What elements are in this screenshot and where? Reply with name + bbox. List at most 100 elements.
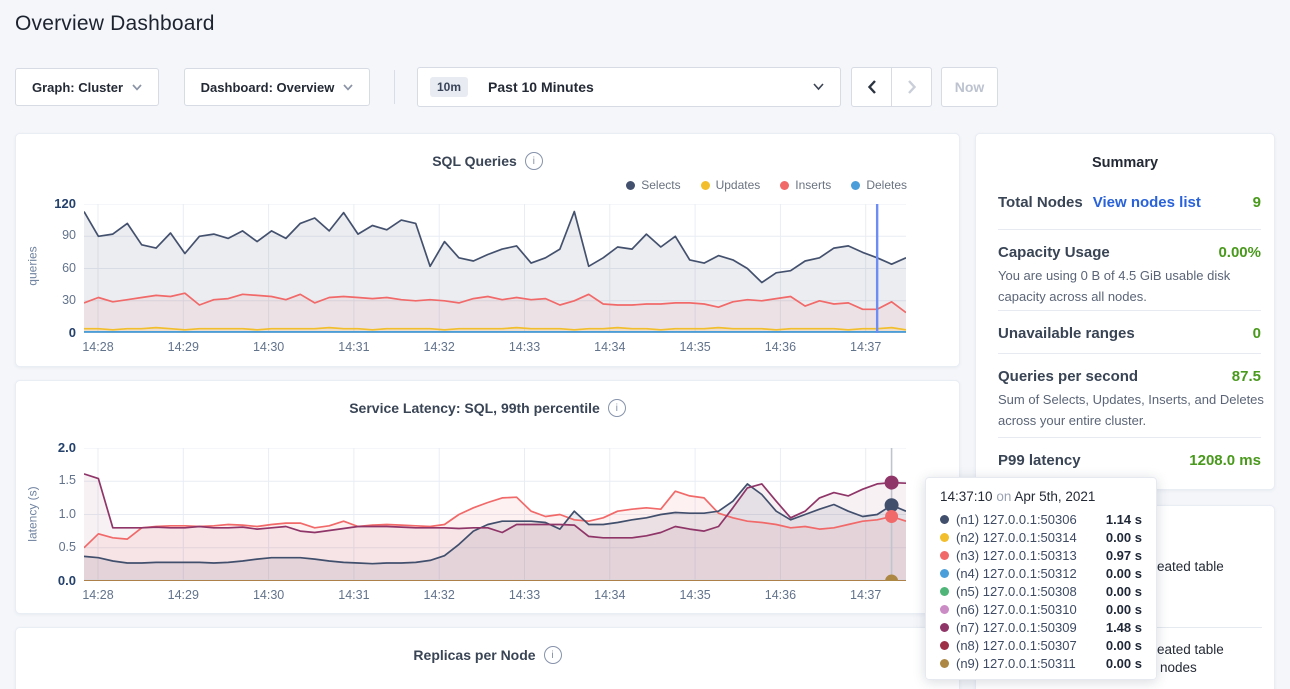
tooltip-node-label: (n6) 127.0.0.1:50310 [956,602,1077,617]
chart-legend: SelectsUpdatesInsertsDeletes [626,178,907,192]
time-range-label: Past 10 Minutes [488,79,594,95]
event-item-fragment: eated table [1157,559,1224,574]
tooltip-node-value: 0.00 s [1106,584,1142,599]
divider [998,310,1261,311]
x-tick-label: 14:30 [239,588,299,602]
info-icon[interactable]: i [525,152,543,170]
now-button[interactable]: Now [941,67,998,107]
sql-queries-plot[interactable] [84,204,906,333]
summary-title: Summary [976,155,1274,171]
tooltip-row: (n3) 127.0.0.1:503130.97 s [940,546,1142,564]
tooltip-row: (n2) 127.0.0.1:50314 0.00 s [940,528,1142,546]
legend-dot-icon [780,181,789,190]
x-axis-ticks: 14:2814:2914:3014:3114:3214:3314:3414:35… [84,588,906,603]
tooltip-node-label: (n9) 127.0.0.1:50311 [956,656,1076,671]
chart-hover-tooltip: 14:37:10 on Apr 5th, 2021 (n1) 127.0.0.1… [925,477,1157,680]
legend-item-selects: Selects [626,178,680,192]
dashboard-dropdown[interactable]: Dashboard: Overview [184,68,370,106]
tooltip-node-label: (n2) 127.0.0.1:50314 [956,530,1077,545]
hover-dot [885,476,899,490]
x-tick-label: 14:33 [495,340,555,354]
tooltip-node-label: (n7) 127.0.0.1:50309 [956,620,1077,635]
y-tick-label: 60 [62,261,76,275]
y-tick-label: 0 [69,325,76,340]
series-dot-icon [940,533,949,542]
series-dot-icon [940,623,949,632]
x-tick-label: 14:37 [836,340,896,354]
chevron-down-icon [132,84,142,91]
divider [998,437,1261,438]
view-nodes-list-link[interactable]: View nodes list [1093,194,1201,211]
chevron-left-icon [867,79,877,95]
qps-desc: Sum of Selects, Updates, Inserts, and De… [998,390,1266,432]
tooltip-row: (n1) 127.0.0.1:50306 1.14 s [940,510,1142,528]
series-dot-icon [940,587,949,596]
tooltip-node-value: 0.00 s [1106,530,1142,545]
tooltip-row: (n8) 127.0.0.1:50307 0.00 s [940,636,1142,654]
hover-dot [885,510,898,523]
page-title: Overview Dashboard [15,12,215,36]
x-tick-label: 14:34 [580,588,640,602]
summary-capacity-row: Capacity Usage 0.00% [998,244,1261,261]
tooltip-node-value: 0.00 s [1106,638,1142,653]
series-dot-icon [940,641,949,650]
tooltip-rows: (n1) 127.0.0.1:503061.14 s(n2) 127.0.0.1… [940,510,1142,672]
service-latency-chart-title: Service Latency: SQL, 99th percentile i [16,399,959,417]
summary-panel: Summary Total Nodes View nodes list 9 Ca… [975,133,1275,490]
x-tick-label: 14:36 [750,588,810,602]
x-tick-label: 14:31 [324,588,384,602]
series-dot-icon [940,605,949,614]
tooltip-node-value: 1.14 s [1106,512,1142,527]
x-axis-ticks: 14:2814:2914:3014:3114:3214:3314:3414:35… [84,340,906,355]
tooltip-node-value: 1.48 s [1106,620,1142,635]
chevron-down-icon [343,84,353,91]
y-axis-ticks: 0306090120 [16,204,76,333]
y-tick-label: 0.0 [58,573,76,588]
replicas-per-node-chart-card: Replicas per Node i [15,627,960,689]
graph-dropdown[interactable]: Graph: Cluster [15,68,159,106]
time-range-selector[interactable]: 10m Past 10 Minutes [417,67,841,107]
unavailable-ranges-value: 0 [1253,325,1261,342]
divider [998,229,1261,230]
tooltip-timestamp: 14:37:10 on Apr 5th, 2021 [940,488,1142,506]
time-range-badge: 10m [430,77,468,97]
x-tick-label: 14:36 [750,340,810,354]
tooltip-node-label: (n1) 127.0.0.1:50306 [956,512,1077,527]
x-tick-label: 14:32 [409,340,469,354]
legend-label: Inserts [795,178,831,192]
service-latency-plot[interactable] [84,448,906,581]
series-dot-icon [940,551,949,560]
tooltip-row: (n9) 127.0.0.1:503110.00 s [940,654,1142,672]
x-tick-label: 14:35 [665,588,725,602]
y-tick-label: 1.5 [59,473,76,487]
x-tick-label: 14:31 [324,340,384,354]
legend-item-deletes: Deletes [851,178,907,192]
p99-latency-value: 1208.0 ms [1189,452,1261,469]
event-item-fragment: nodes [1160,660,1197,675]
series-dot-icon [940,569,949,578]
tooltip-node-label: (n8) 127.0.0.1:50307 [956,638,1077,653]
legend-label: Selects [641,178,680,192]
time-prev-button[interactable] [852,68,891,106]
qps-value: 87.5 [1232,368,1261,385]
summary-p99-row: P99 latency 1208.0 ms [998,452,1261,469]
x-tick-label: 14:28 [68,588,128,602]
y-tick-label: 90 [62,228,76,242]
legend-item-inserts: Inserts [780,178,831,192]
time-next-button[interactable] [891,68,931,106]
info-icon[interactable]: i [608,399,626,417]
summary-unavailable-row: Unavailable ranges 0 [998,325,1261,342]
legend-label: Deletes [866,178,907,192]
y-tick-label: 2.0 [58,440,76,455]
info-icon[interactable]: i [544,646,562,664]
y-tick-label: 120 [54,196,76,211]
y-tick-label: 1.0 [59,507,76,521]
tooltip-node-value: 0.00 s [1106,566,1142,581]
legend-dot-icon [626,181,635,190]
series-dot-icon [940,659,949,668]
dashboard-dropdown-label: Dashboard: Overview [201,80,335,95]
x-tick-label: 14:30 [239,340,299,354]
total-nodes-value: 9 [1253,194,1261,211]
summary-qps-row: Queries per second 87.5 [998,368,1261,385]
x-tick-label: 14:32 [409,588,469,602]
